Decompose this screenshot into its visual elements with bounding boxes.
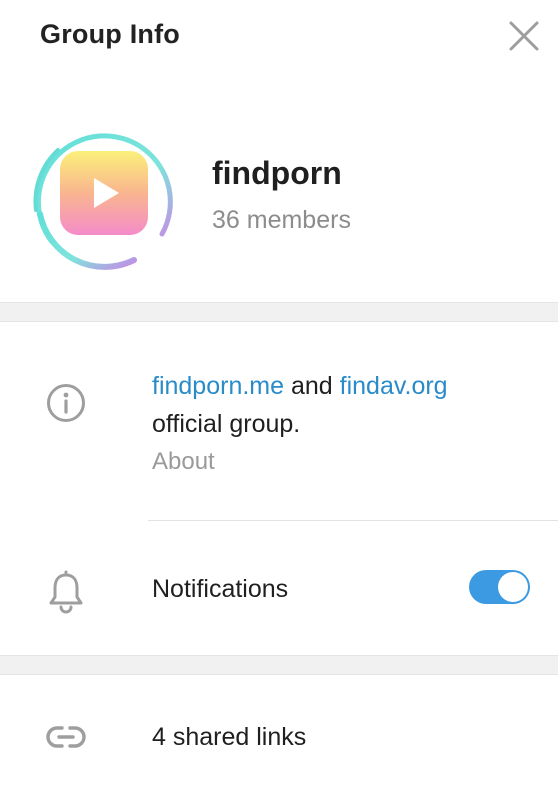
avatar[interactable] [22, 114, 182, 274]
group-name: findporn [212, 155, 342, 191]
shared-links-label: 4 shared links [152, 723, 307, 751]
toggle-knob [498, 572, 528, 602]
shared-links-row[interactable]: 4 shared links [0, 675, 558, 794]
notifications-toggle[interactable] [469, 570, 530, 604]
about-link-findav[interactable]: findav.org [340, 372, 448, 400]
link-icon [44, 719, 88, 755]
notifications-row[interactable]: Notifications [0, 521, 558, 655]
about-label: About [152, 448, 215, 475]
about-connector: and [284, 372, 340, 400]
info-section: findporn.me and findav.org official grou… [0, 322, 558, 655]
about-description: findporn.me and findav.org official grou… [152, 367, 542, 443]
group-profile: findporn 36 members [0, 82, 558, 302]
section-divider [0, 655, 558, 675]
section-divider [0, 302, 558, 322]
notifications-label: Notifications [152, 575, 289, 603]
close-button[interactable] [503, 15, 545, 57]
header: Group Info [0, 0, 558, 82]
bell-icon [46, 570, 86, 614]
about-link-findporn[interactable]: findporn.me [152, 372, 284, 400]
about-line-2: official group. [152, 410, 301, 438]
close-icon [509, 21, 539, 51]
member-count[interactable]: 36 members [212, 206, 351, 235]
page-title: Group Info [40, 19, 180, 49]
info-icon [44, 381, 88, 425]
